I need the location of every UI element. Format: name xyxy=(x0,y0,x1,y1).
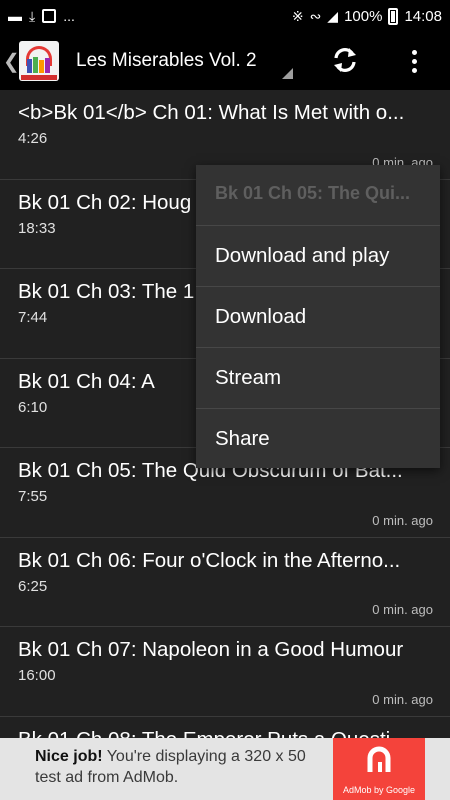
chapter-duration: 7:55 xyxy=(18,488,48,505)
ad-text: Nice job! You're displaying a 320 x 50 t… xyxy=(35,746,331,788)
battery-icon xyxy=(388,7,399,25)
bluetooth-icon: ※ xyxy=(291,8,304,24)
chapter-title: <b>Bk 01</b> Ch 01: What Is Met with o..… xyxy=(18,101,405,124)
app-logo[interactable] xyxy=(19,41,59,81)
wifi-icon: ∾ xyxy=(309,8,322,24)
back-chevron-icon[interactable]: ❮ xyxy=(3,49,20,74)
book-title[interactable]: Les Miserables Vol. 2 xyxy=(76,50,276,72)
dropdown-indicator-icon[interactable] xyxy=(282,68,293,79)
list-item[interactable]: Bk 01 Ch 06: Four o'Clock in the Afterno… xyxy=(0,538,450,627)
more-options-icon[interactable] xyxy=(398,44,430,78)
menu-item-download[interactable]: Download xyxy=(196,286,440,347)
list-item[interactable]: Bk 01 Ch 07: Napoleon in a Good Humour 1… xyxy=(0,627,450,717)
refresh-icon[interactable] xyxy=(329,44,361,76)
menu-item-share[interactable]: Share xyxy=(196,408,440,468)
ad-headline: Nice job! xyxy=(35,748,103,765)
status-bar: ▬ ⤓ ... ※ ∾ ◢ 100% 14:08 xyxy=(0,0,450,32)
admob-logo[interactable]: AdMob by Google xyxy=(333,738,425,800)
chapter-updated: 0 min. ago xyxy=(372,691,433,707)
chapter-title: Bk 01 Ch 06: Four o'Clock in the Afterno… xyxy=(18,548,401,572)
download-icon: ⤓ xyxy=(29,8,36,24)
context-menu: Bk 01 Ch 05: The Qui... Download and pla… xyxy=(196,165,440,468)
list-item[interactable]: Bk 01 Ch 08: The Emperor Puts a Questi..… xyxy=(0,717,450,739)
menu-item-stream[interactable]: Stream xyxy=(196,347,440,408)
battery-percent: 100% xyxy=(344,7,383,25)
admob-icon xyxy=(367,746,391,772)
chapter-title: Bk 01 Ch 08: The Emperor Puts a Questi..… xyxy=(18,727,432,739)
context-menu-title: Bk 01 Ch 05: The Qui... xyxy=(215,183,411,203)
toolbar: ❮ Les Miserables Vol. 2 xyxy=(0,32,450,90)
chapter-duration: 6:25 xyxy=(18,577,48,595)
notification-icon: ▬ xyxy=(8,8,22,24)
chapter-duration: 16:00 xyxy=(18,667,56,684)
menu-item-download-and-play[interactable]: Download and play xyxy=(196,225,440,286)
chapter-updated: 0 min. ago xyxy=(372,512,433,528)
clock: 14:08 xyxy=(404,7,442,25)
chapter-updated: 0 min. ago xyxy=(372,602,433,617)
gallery-icon xyxy=(42,9,57,23)
chapter-title: Bk 01 Ch 07: Napoleon in a Good Humour xyxy=(18,638,404,661)
admob-brand: AdMob by Google xyxy=(342,785,416,795)
chapter-duration: 4:26 xyxy=(18,130,48,147)
overflow-notifications: ... xyxy=(63,8,75,24)
signal-icon: ◢ xyxy=(327,8,339,24)
